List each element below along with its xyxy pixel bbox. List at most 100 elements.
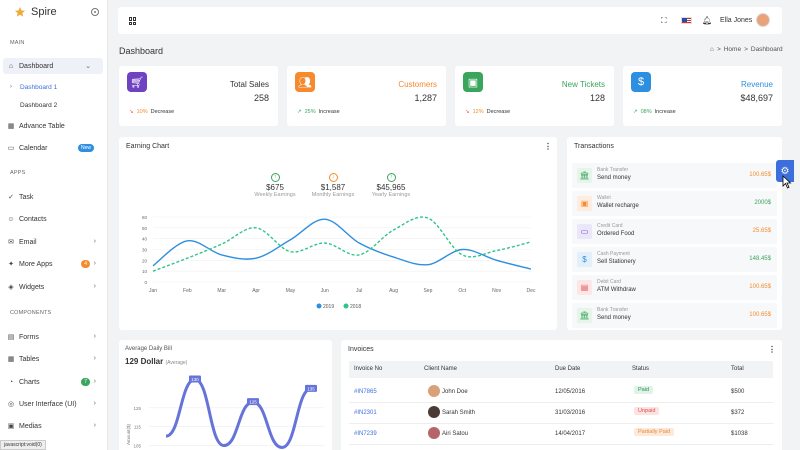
y-tick-label: 10 (142, 269, 148, 274)
trend-label: Increase (318, 109, 340, 115)
client-name: John Doe (442, 389, 468, 395)
form-icon: ▤ (7, 334, 15, 341)
sidebar-item-calendar[interactable]: ▭ Calendar New (0, 140, 108, 156)
more-vertical-icon[interactable]: ⋮ (768, 345, 776, 354)
sidebar-item-advance-table[interactable]: ▦ Advance Table (0, 118, 108, 134)
fullscreen-icon[interactable]: ⛶ (661, 16, 667, 26)
sidebar-item-dashboard-1[interactable]: Dashboard 1 (20, 84, 57, 91)
stat-value: 128 (589, 93, 605, 103)
stat-card-revenue: $ Revenue $48,697 ↗ 08% Increase (623, 66, 782, 126)
more-vertical-icon[interactable]: ⋮ (544, 142, 552, 151)
x-tick-label: Nov (492, 288, 501, 294)
stat-trend: ↘ 12% Decrease (465, 109, 510, 115)
us-flag-icon[interactable] (681, 17, 692, 24)
column-header[interactable]: Due Date (555, 366, 580, 372)
table-icon: ▦ (7, 123, 15, 130)
trend-percent: 12% (472, 109, 484, 115)
mouse-cursor-icon (782, 175, 792, 189)
sidebar-item-label: Task (19, 193, 34, 201)
y-tick-label: 20 (142, 258, 148, 263)
sidebar-item-task[interactable]: ✓ Task (0, 189, 108, 205)
invoice-number[interactable]: #IN2301 (354, 410, 377, 416)
table-row[interactable]: #IN2301 Sarah Smith 31/03/2016 Unpaid $372 (349, 403, 773, 424)
sidebar-item-email[interactable]: ✉ Email › (0, 234, 108, 250)
sidebar-item-medias[interactable]: ▣ Medias › (0, 418, 108, 434)
stat-value: $48,697 (740, 93, 773, 103)
home-icon[interactable]: ⌂ (710, 46, 714, 53)
sidebar: Spire MAIN ⌂ Dashboard ⌄ › Dashboard 1 D… (0, 0, 108, 450)
transaction-desc: Send money (597, 175, 631, 181)
data-label: 135 (307, 386, 315, 391)
x-tick-label: Feb (183, 288, 192, 294)
transaction-item[interactable]: ▤ Debit Card ATM Withdraw 100.65$ (572, 275, 777, 300)
users-icon: 👥︎ (295, 72, 315, 92)
stat-title: Revenue (740, 80, 773, 89)
invoice-number[interactable]: #IN7865 (354, 389, 377, 395)
transaction-desc: Wallet recharge (597, 203, 639, 209)
avatar[interactable] (756, 13, 770, 27)
transaction-desc: Ordered Food (597, 231, 635, 237)
earning-line-chart: 0 10 20 30 40 50 60 Jan Feb Mar Apr May Jun Jul Aug Sep… (142, 215, 536, 310)
transaction-amount: 100.65$ (749, 312, 771, 318)
transaction-item[interactable]: ▣ Wallet Wallet recharge 2000$ (572, 191, 777, 216)
invoice-number[interactable]: #IN7239 (354, 431, 377, 437)
sidebar-item-more-apps[interactable]: ✦ More Apps 4 › (0, 256, 108, 272)
column-header[interactable]: Client Name (424, 366, 457, 372)
apps-icon: ✦ (8, 261, 14, 268)
apps-grid-icon[interactable] (129, 17, 137, 25)
transaction-type: Cash Payment (597, 251, 630, 257)
transaction-icon: ▤ (577, 280, 592, 295)
card-title: Average Daily Bill (125, 346, 172, 352)
sidebar-settings-icon[interactable] (91, 8, 99, 16)
stat-value: 1,287 (414, 93, 437, 103)
transaction-item[interactable]: $ Cash Payment Sell Stationery 148.45$ (572, 247, 777, 272)
breadcrumb-home[interactable]: Home (724, 46, 741, 53)
trend-down-icon: ↘ (465, 109, 470, 115)
transaction-item[interactable]: 🏛 Bank Transfer Send money 100.65$ (572, 303, 777, 328)
y-tick-label: 0 (144, 280, 147, 285)
due-date: 14/04/2017 (555, 431, 586, 437)
sidebar-item-dashboard[interactable]: ⌂ Dashboard ⌄ (3, 58, 103, 74)
y-tick-label: 105 (133, 444, 141, 449)
table-row[interactable]: #IN7865 John Doe 12/05/2016 Paid $500 (349, 382, 773, 403)
series-line-2018 (152, 216, 532, 272)
sidebar-item-contacts[interactable]: ☺ Contacts (0, 211, 108, 227)
sidebar-item-ui[interactable]: ◎ User Interface (UI) › (0, 396, 108, 412)
column-header[interactable]: Status (632, 366, 649, 372)
mail-icon: ✉ (8, 239, 14, 246)
x-tick-label: May (286, 288, 296, 294)
series-line (165, 377, 312, 449)
transaction-amount: 100.65$ (749, 172, 771, 178)
sidebar-item-label: More Apps (19, 260, 53, 268)
table-row[interactable]: #IN7239 Airi Satou 14/04/2017 Partially Pai… (349, 424, 773, 445)
stat-card-total-sales: 🛒︎ Total Sales 258 ↘ 10% Decrease (119, 66, 278, 126)
sidebar-item-forms[interactable]: ▤ Forms › (0, 329, 108, 345)
sidebar-item-dashboard-2[interactable]: Dashboard 2 (20, 102, 57, 109)
column-header[interactable]: Total (731, 366, 744, 372)
transaction-item[interactable]: 🏛 Bank Transfer Send money 100.65$ (572, 163, 777, 188)
bell-icon[interactable]: 🔔︎ (702, 16, 712, 25)
earning-value: $675 (266, 183, 284, 192)
series-line-2019 (152, 218, 532, 270)
transaction-icon: 🏛 (577, 308, 592, 323)
column-header[interactable]: Invoice No (354, 366, 382, 372)
card-title: Transactions (574, 143, 614, 150)
transaction-amount: 2000$ (754, 200, 771, 206)
average-bill-chart: 105 115 125 Amount($) 130 125 135 (126, 375, 324, 449)
status-badge: Unpaid (634, 407, 660, 415)
breadcrumb-separator: > (744, 46, 748, 53)
legend-marker (343, 303, 349, 309)
transaction-type: Debit Card (597, 279, 621, 285)
brand[interactable]: Spire (14, 4, 57, 20)
page-title: Dashboard (119, 46, 164, 56)
sidebar-item-tables[interactable]: ▦ Tables › (0, 351, 108, 367)
card-title: Earning Chart (126, 143, 170, 150)
y-tick-label: 125 (133, 406, 141, 411)
home-icon: ⌂ (8, 62, 14, 70)
transaction-item[interactable]: ▭ Credit Card Ordered Food 25.65$ (572, 219, 777, 244)
new-badge: New (77, 144, 94, 152)
user-name[interactable]: Ella Jones (720, 17, 752, 24)
y-tick-label: 115 (134, 425, 142, 430)
sidebar-item-charts[interactable]: ◔ Charts 7 › (0, 374, 108, 390)
sidebar-item-widgets[interactable]: ◈ Widgets › (0, 279, 108, 295)
